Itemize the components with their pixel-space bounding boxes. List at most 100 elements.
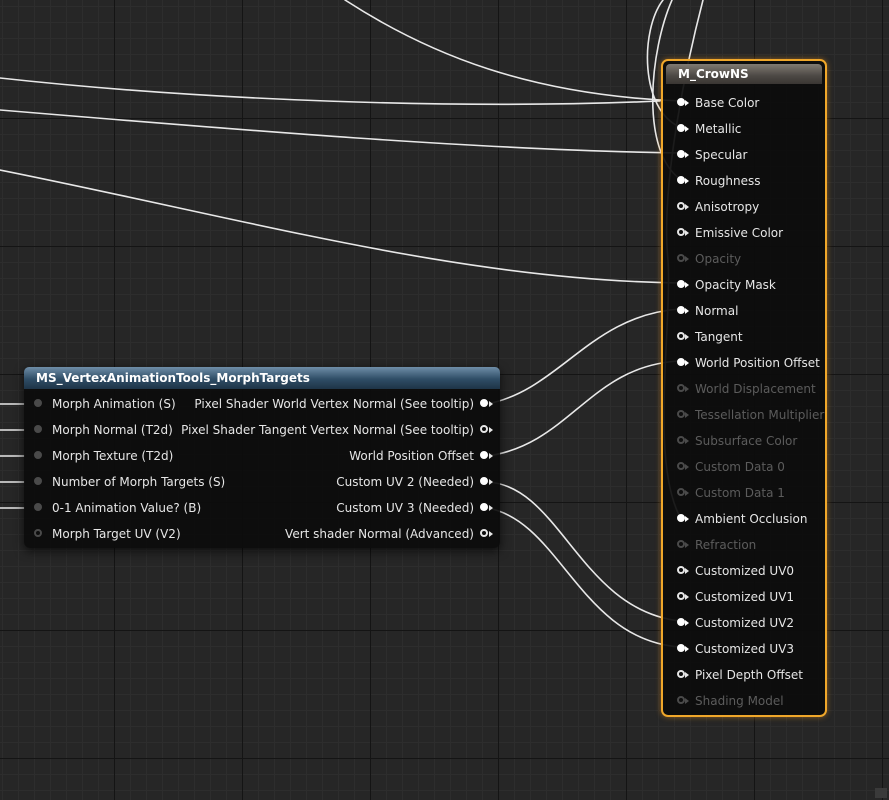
pin-arrow-icon <box>685 126 689 132</box>
pin-dot-icon[interactable] <box>677 98 685 106</box>
pin-label: Base Color <box>695 96 760 110</box>
pin-label: Pixel Shader Tangent Vertex Normal (See … <box>181 423 474 437</box>
material-pin-opacity-mask[interactable]: Opacity Mask <box>663 272 821 298</box>
material-pin-roughness[interactable]: Roughness <box>663 168 821 194</box>
material-pin-tangent[interactable]: Tangent <box>663 324 821 350</box>
pin-dot-icon <box>677 488 685 496</box>
pin-dot-icon[interactable] <box>677 176 685 184</box>
pin-dot-icon[interactable] <box>677 228 685 236</box>
material-pin-world-displacement: World Displacement <box>663 376 821 402</box>
pin-dot-icon[interactable] <box>480 503 488 511</box>
pin-dot-icon[interactable] <box>677 618 685 626</box>
material-pin-anisotropy[interactable]: Anisotropy <box>663 194 821 220</box>
pin-label: Morph Target UV (V2) <box>52 527 181 541</box>
pin-dot-icon[interactable] <box>34 451 42 459</box>
pin-dot-icon[interactable] <box>677 280 685 288</box>
pin-dot-icon[interactable] <box>677 358 685 366</box>
pin-dot-icon[interactable] <box>480 477 488 485</box>
pin-dot-icon[interactable] <box>677 202 685 210</box>
material-pin-ambient-occlusion[interactable]: Ambient Occlusion <box>663 506 821 532</box>
material-pin-base-color[interactable]: Base Color <box>663 90 821 116</box>
pin-label: World Displacement <box>695 382 816 396</box>
pin-dot-icon[interactable] <box>480 529 488 537</box>
pin-dot-icon[interactable] <box>677 514 685 522</box>
pin-label: Subsurface Color <box>695 434 798 448</box>
pin-label: Customized UV2 <box>695 616 795 630</box>
wire-uv3[interactable] <box>486 507 681 648</box>
output-pin-pixel-shader-world-vertex-normal-see-tooltip[interactable]: Pixel Shader World Vertex Normal (See to… <box>170 391 500 417</box>
pin-label: Morph Texture (T2d) <box>52 449 174 463</box>
pin-dot-icon[interactable] <box>677 644 685 652</box>
pin-label: Emissive Color <box>695 226 784 240</box>
pin-dot-icon[interactable] <box>677 150 685 158</box>
wire-base-color[interactable] <box>344 0 681 102</box>
material-pin-tessellation-multiplier: Tessellation Multiplier <box>663 402 825 428</box>
pin-label: Morph Animation (S) <box>52 397 176 411</box>
pin-dot-icon[interactable] <box>677 566 685 574</box>
pin-label: Metallic <box>695 122 742 136</box>
pin-label: Customized UV0 <box>695 564 795 578</box>
pin-dot-icon[interactable] <box>34 399 42 407</box>
material-pin-normal[interactable]: Normal <box>663 298 821 324</box>
wire-wpo[interactable] <box>486 360 681 457</box>
pin-dot-icon[interactable] <box>34 503 42 511</box>
material-pin-customized-uv2[interactable]: Customized UV2 <box>663 610 821 636</box>
pin-arrow-icon <box>489 505 493 511</box>
pin-dot-icon[interactable] <box>677 306 685 314</box>
node-title[interactable]: M_CrowNS <box>666 64 822 84</box>
pin-label: Tessellation Multiplier <box>695 408 825 422</box>
pin-arrow-icon <box>489 531 493 537</box>
pin-arrow-icon <box>685 568 689 574</box>
wire-from-left-top[interactable] <box>0 77 661 106</box>
pin-dot-icon[interactable] <box>480 451 488 459</box>
material-pin-metallic[interactable]: Metallic <box>663 116 821 142</box>
pin-dot-icon[interactable] <box>480 399 488 407</box>
node-title[interactable]: MS_VertexAnimationTools_MorphTargets <box>24 367 500 389</box>
pin-arrow-icon <box>489 401 493 407</box>
pin-arrow-icon <box>489 427 493 433</box>
wire-specular[interactable] <box>0 109 681 154</box>
pin-arrow-icon <box>685 308 689 314</box>
material-pin-customized-uv1[interactable]: Customized UV1 <box>663 584 821 610</box>
material-result-node[interactable]: M_CrowNS Base Color Metallic Specular Rough… <box>661 59 827 717</box>
pin-arrow-icon <box>685 672 689 678</box>
pin-arrow-icon <box>489 453 493 459</box>
output-pin-pixel-shader-tangent-vertex-normal-see-tooltip[interactable]: Pixel Shader Tangent Vertex Normal (See … <box>170 417 500 443</box>
material-pin-emissive-color[interactable]: Emissive Color <box>663 220 821 246</box>
output-pin-custom-uv-3-needed[interactable]: Custom UV 3 (Needed) <box>170 495 500 521</box>
pin-dot-icon[interactable] <box>677 124 685 132</box>
pin-label: Tangent <box>695 330 743 344</box>
pin-arrow-icon <box>685 386 689 392</box>
material-pin-specular[interactable]: Specular <box>663 142 821 168</box>
pin-dot-icon[interactable] <box>677 670 685 678</box>
material-pin-pixel-depth-offset[interactable]: Pixel Depth Offset <box>663 662 821 688</box>
wire-opacity-mask[interactable] <box>0 169 681 284</box>
pin-dot-icon <box>677 540 685 548</box>
pin-dot-icon[interactable] <box>677 332 685 340</box>
pin-label: Refraction <box>695 538 757 552</box>
pin-arrow-icon <box>685 594 689 600</box>
pin-dot-icon[interactable] <box>34 477 42 485</box>
wire-uv2[interactable] <box>486 481 681 622</box>
output-pin-custom-uv-2-needed[interactable]: Custom UV 2 (Needed) <box>170 469 500 495</box>
pin-label: Normal <box>695 304 739 318</box>
material-pin-customized-uv0[interactable]: Customized UV0 <box>663 558 821 584</box>
output-pin-vert-shader-normal-advanced[interactable]: Vert shader Normal (Advanced) <box>170 521 500 547</box>
pin-label: Pixel Depth Offset <box>695 668 803 682</box>
pin-arrow-icon <box>685 230 689 236</box>
pin-label: Shading Model <box>695 694 784 708</box>
pin-dot-icon[interactable] <box>677 592 685 600</box>
wire-normal[interactable] <box>486 308 681 405</box>
pin-arrow-icon <box>685 152 689 158</box>
material-pin-customized-uv3[interactable]: Customized UV3 <box>663 636 821 662</box>
pin-dot-icon[interactable] <box>34 529 42 537</box>
pin-label: Custom UV 3 (Needed) <box>336 501 474 515</box>
material-pin-refraction: Refraction <box>663 532 821 558</box>
pin-arrow-icon <box>685 256 689 262</box>
material-pin-world-position-offset[interactable]: World Position Offset <box>663 350 821 376</box>
morph-targets-node[interactable]: MS_VertexAnimationTools_MorphTargets Mor… <box>24 367 500 548</box>
pin-dot-icon[interactable] <box>480 425 488 433</box>
output-pin-world-position-offset[interactable]: World Position Offset <box>170 443 500 469</box>
pin-label: Customized UV3 <box>695 642 795 656</box>
pin-dot-icon[interactable] <box>34 425 42 433</box>
